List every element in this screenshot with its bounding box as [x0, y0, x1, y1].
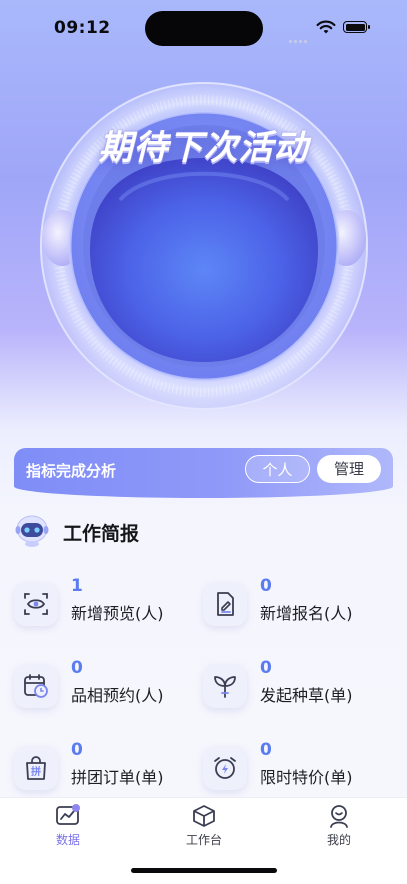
- robot-mascot-icon: [15, 515, 49, 547]
- sprout-icon: [203, 664, 247, 708]
- profile-icon: [330, 805, 348, 828]
- stat-value: 0: [260, 576, 272, 596]
- stat-value: 1: [71, 576, 83, 596]
- signal-icon: [289, 31, 309, 50]
- work-report-title: 工作简报: [63, 523, 140, 545]
- hero-activity: 期待下次活动: [0, 70, 407, 430]
- stat-value: 0: [260, 740, 272, 760]
- stat-new-preview[interactable]: 1 新增预览(人): [14, 576, 184, 634]
- calendar-clock-icon: [14, 664, 58, 708]
- metrics-banner: 指标完成分析 个人 管理: [14, 448, 393, 498]
- stat-new-signup[interactable]: 0 新增报名(人): [203, 576, 373, 634]
- tab-personal[interactable]: 个人: [245, 455, 310, 483]
- tab-data[interactable]: 数据: [28, 804, 108, 848]
- dynamic-island: [145, 11, 263, 46]
- stat-label: 限时特价(单): [260, 768, 353, 787]
- home-indicator: [131, 868, 277, 873]
- alarm-flash-icon: [203, 746, 247, 790]
- hero-title: 期待下次活动: [98, 128, 309, 168]
- tab-mine-label: 我的: [326, 833, 351, 847]
- metrics-title: 指标完成分析: [26, 462, 117, 480]
- status-time: 09:12: [54, 18, 111, 38]
- tab-mine[interactable]: 我的: [299, 804, 379, 848]
- stat-flash-sale[interactable]: 0 限时特价(单): [203, 740, 373, 798]
- eye-scan-icon: [14, 582, 58, 626]
- tab-data-label: 数据: [55, 833, 80, 847]
- stat-value: 0: [260, 658, 272, 678]
- chart-icon: [56, 804, 80, 825]
- status-bar: 09:12: [0, 0, 407, 56]
- group-bag-icon: 拼: [14, 746, 58, 790]
- stat-label: 发起种草(单): [260, 686, 353, 705]
- tab-manage[interactable]: 管理: [317, 455, 381, 483]
- edit-document-icon: [203, 582, 247, 626]
- stat-value: 0: [71, 740, 83, 760]
- wifi-icon: [316, 20, 336, 34]
- stat-label: 拼团订单(单): [71, 768, 164, 787]
- stat-label: 新增预览(人): [71, 604, 164, 623]
- battery-icon: [343, 21, 370, 33]
- stat-seeding[interactable]: 0 发起种草(单): [203, 658, 373, 716]
- stat-appointment[interactable]: 0 品相预约(人): [14, 658, 184, 716]
- stat-label: 新增报名(人): [260, 604, 353, 623]
- stat-value: 0: [71, 658, 83, 678]
- group-bag-glyph: 拼: [31, 765, 41, 778]
- tab-workbench[interactable]: 工作台: [164, 804, 244, 848]
- tab-workbench-label: 工作台: [185, 833, 222, 847]
- stat-label: 品相预约(人): [71, 686, 164, 705]
- stat-group-order[interactable]: 拼 0 拼团订单(单): [14, 740, 184, 798]
- cube-icon: [193, 805, 215, 827]
